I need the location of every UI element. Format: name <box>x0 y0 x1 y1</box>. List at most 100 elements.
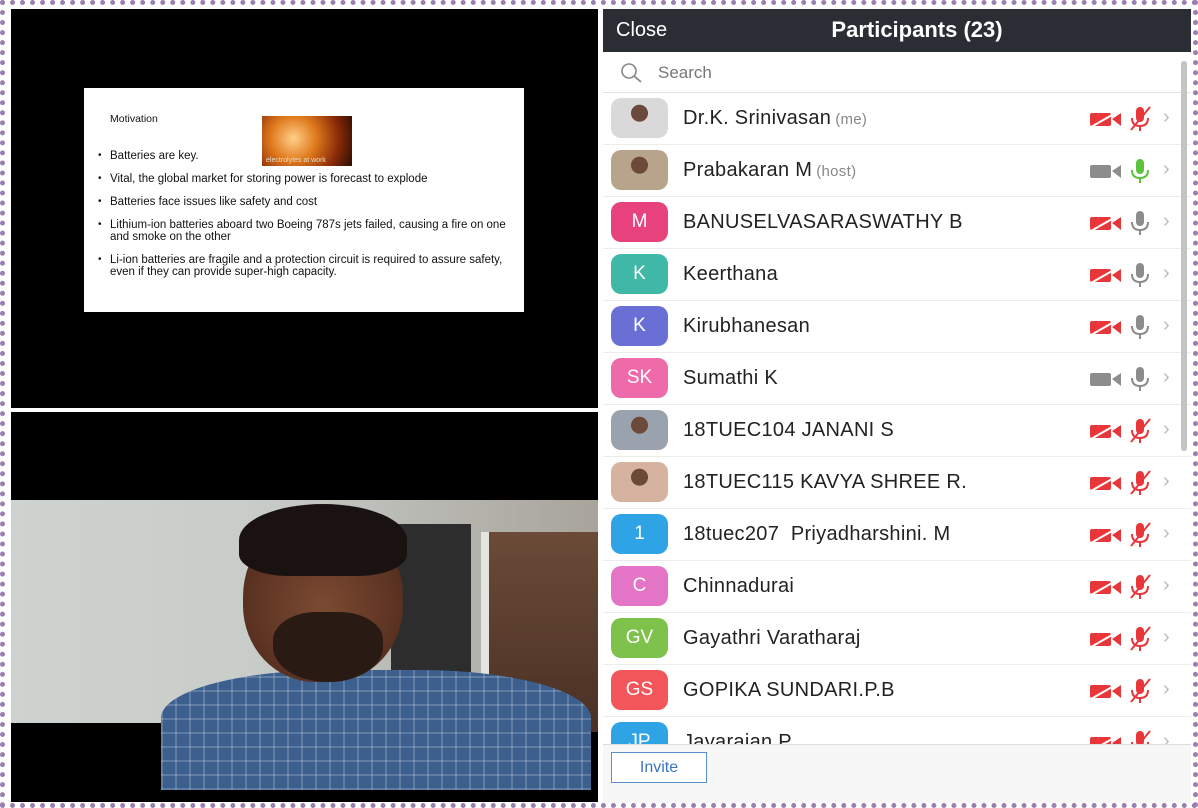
avatar-initials: M <box>611 202 668 242</box>
chevron-right-icon[interactable]: › <box>1163 366 1170 389</box>
participant-row[interactable]: K Kirubhanesan › <box>603 301 1191 353</box>
chevron-right-icon[interactable]: › <box>1163 106 1170 129</box>
participant-name: 18TUEC104 JANANI S <box>683 419 894 442</box>
microphone-muted-icon <box>1130 470 1151 495</box>
microphone-muted-icon <box>1130 522 1151 547</box>
participant-row[interactable]: 1 18tuec207 Priyadharshini. M › <box>603 509 1191 561</box>
chevron-right-icon[interactable]: › <box>1163 522 1170 545</box>
participant-row[interactable]: Prabakaran M (host) › <box>603 145 1191 197</box>
slide-bullet: Lithium-ion batteries aboard two Boeing … <box>98 219 515 243</box>
search-bar[interactable] <box>603 52 1191 93</box>
participant-row[interactable]: C Chinnadurai › <box>603 561 1191 613</box>
speaker-shirt <box>161 670 591 790</box>
participant-name-text: 18TUEC104 JANANI S <box>683 419 895 441</box>
participant-name: Prabakaran M (host) <box>683 159 856 182</box>
participant-name-text: Keerthana <box>683 263 778 285</box>
microphone-muted-icon <box>1130 626 1151 651</box>
speaker-video <box>11 412 598 802</box>
participant-name-text: Prabakaran M <box>683 159 813 181</box>
video-off-icon <box>1090 630 1121 648</box>
participant-row[interactable]: Dr.K. Srinivasan (me) › <box>603 93 1191 145</box>
invite-button[interactable]: Invite <box>611 752 707 783</box>
speaker-beard <box>273 612 383 682</box>
video-off-icon <box>1090 682 1121 700</box>
video-off-icon <box>1090 110 1121 128</box>
slide-bullet: Batteries face issues like safety and co… <box>98 196 515 208</box>
microphone-muted-icon <box>1130 678 1151 703</box>
panel-title: Participants (23) <box>831 17 1003 42</box>
microphone-icon <box>1131 263 1149 287</box>
participant-row[interactable]: GV Gayathri Varatharaj › <box>603 613 1191 665</box>
video-off-icon <box>1090 266 1121 284</box>
participants-panel: Close Participants (23) Dr.K. Srinivasan… <box>603 9 1191 803</box>
chevron-right-icon[interactable]: › <box>1163 314 1170 337</box>
chevron-right-icon[interactable]: › <box>1163 626 1170 649</box>
participant-name: Chinnadurai <box>683 575 794 598</box>
shared-screen-video: Motivation electrolytes at work Batterie… <box>11 9 598 408</box>
participant-name: Keerthana <box>683 263 778 286</box>
participant-name: 18TUEC115 KAVYA SHREE R. <box>683 471 967 494</box>
microphone-active-icon <box>1131 159 1149 183</box>
participant-role-tag: (me) <box>835 111 868 128</box>
panel-footer: Invite <box>603 744 1191 803</box>
participant-row[interactable]: M BANUSELVASARASWATHY B › <box>603 197 1191 249</box>
participant-name: GOPIKA SUNDARI.P.B <box>683 679 895 702</box>
participant-name-text: Kirubhanesan <box>683 315 811 337</box>
participant-row[interactable]: GS GOPIKA SUNDARI.P.B › <box>603 665 1191 717</box>
chevron-right-icon[interactable]: › <box>1163 418 1170 441</box>
panel-header: Close Participants (23) <box>603 9 1191 52</box>
microphone-muted-icon <box>1130 418 1151 443</box>
participant-list: Dr.K. Srinivasan (me) › Prabakaran M (host) ›… <box>603 93 1191 769</box>
participant-row[interactable]: SK Sumathi K › <box>603 353 1191 405</box>
search-input[interactable] <box>656 60 1160 86</box>
avatar-initials: 1 <box>611 514 668 554</box>
video-off-icon <box>1090 422 1121 440</box>
avatar-initials: C <box>611 566 668 606</box>
slide-bullet-list: Batteries are key. Vital, the global mar… <box>98 150 515 289</box>
slide-title: Motivation <box>110 113 158 125</box>
participant-name: 18tuec207 Priyadharshini. M <box>683 523 950 546</box>
participant-row[interactable]: 18TUEC115 KAVYA SHREE R. › <box>603 457 1191 509</box>
participant-row[interactable]: 18TUEC104 JANANI S › <box>603 405 1191 457</box>
microphone-icon <box>1131 315 1149 339</box>
slide-bullet: Batteries are key. <box>98 150 515 162</box>
video-off-icon <box>1090 318 1121 336</box>
chevron-right-icon[interactable]: › <box>1163 470 1170 493</box>
participant-row[interactable]: K Keerthana › <box>603 249 1191 301</box>
scrollbar[interactable] <box>1181 61 1187 451</box>
microphone-icon <box>1131 211 1149 235</box>
participant-name: Gayathri Varatharaj <box>683 627 861 650</box>
avatar-initials: GV <box>611 618 668 658</box>
video-camera-icon <box>1090 373 1121 386</box>
chevron-right-icon[interactable]: › <box>1163 158 1170 181</box>
participant-name-text: GOPIKA SUNDARI.P.B <box>683 679 895 701</box>
participant-name-text: BANUSELVASARASWATHY B <box>683 211 963 233</box>
participant-name-text: Chinnadurai <box>683 575 795 597</box>
chevron-right-icon[interactable]: › <box>1163 210 1170 233</box>
participant-name-text: 18TUEC115 KAVYA SHREE R. <box>683 471 967 493</box>
search-icon <box>621 63 642 83</box>
participant-name-text: Sumathi K <box>683 367 778 389</box>
video-camera-icon <box>1090 165 1121 178</box>
avatar-initials: K <box>611 306 668 346</box>
participant-name: Sumathi K <box>683 367 778 390</box>
presentation-slide: Motivation electrolytes at work Batterie… <box>84 88 524 312</box>
avatar-photo <box>611 98 668 138</box>
participant-name-text: Dr.K. Srinivasan <box>683 107 832 129</box>
microphone-icon <box>1131 367 1149 391</box>
participant-name: Kirubhanesan <box>683 315 810 338</box>
avatar-initials: SK <box>611 358 668 398</box>
speaker-hair <box>239 504 407 576</box>
chevron-right-icon[interactable]: › <box>1163 678 1170 701</box>
avatar-photo <box>611 410 668 450</box>
avatar-initials: GS <box>611 670 668 710</box>
slide-bullet: Vital, the global market for storing pow… <box>98 173 515 185</box>
video-off-icon <box>1090 214 1121 232</box>
chevron-right-icon[interactable]: › <box>1163 262 1170 285</box>
microphone-muted-icon <box>1130 574 1151 599</box>
video-off-icon <box>1090 526 1121 544</box>
participant-name: BANUSELVASARASWATHY B <box>683 211 963 234</box>
avatar-photo <box>611 462 668 502</box>
chevron-right-icon[interactable]: › <box>1163 574 1170 597</box>
participant-name-text: Gayathri Varatharaj <box>683 627 861 649</box>
